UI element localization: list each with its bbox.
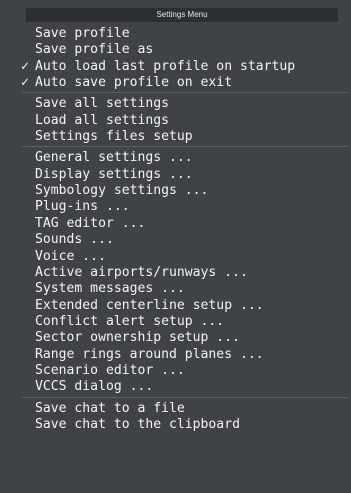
menu-item-save-all-settings[interactable]: Save all settings xyxy=(21,96,349,112)
menu-item-scenario-editor[interactable]: Scenario editor ... xyxy=(21,363,349,379)
menu-item-label: Settings files setup xyxy=(35,129,193,144)
menu-item-label: Display settings ... xyxy=(35,167,193,182)
menu-item-active-airports-runways[interactable]: Active airports/runways ... xyxy=(21,265,349,281)
menu-item-label: Voice ... xyxy=(35,249,106,264)
menu-item-system-messages[interactable]: System messages ... xyxy=(21,281,349,297)
menu-item-label: Auto save profile on exit xyxy=(35,75,233,90)
menu-item-label: Save profile as xyxy=(35,42,154,57)
menu-item-label: VCCS dialog ... xyxy=(35,379,154,394)
menu-item-label: Save chat to a file xyxy=(35,401,185,416)
menu-item-sounds[interactable]: Sounds ... xyxy=(21,232,349,248)
menu-item-voice[interactable]: Voice ... xyxy=(21,249,349,265)
menu-item-general-settings[interactable]: General settings ... xyxy=(21,150,349,166)
menu-item-label: Save all settings xyxy=(35,96,170,111)
menu-item-sector-ownership-setup[interactable]: Sector ownership setup ... xyxy=(21,330,349,346)
menu-item-save-chat-to-the-clipboard[interactable]: Save chat to the clipboard xyxy=(21,417,349,433)
menu-item-save-profile[interactable]: Save profile xyxy=(21,26,349,42)
menu-item-label: Scenario editor ... xyxy=(35,363,185,378)
menu-separator xyxy=(22,397,348,398)
menu-item-label: Auto load last profile on startup xyxy=(35,59,296,74)
menu-item-extended-centerline-setup[interactable]: Extended centerline setup ... xyxy=(21,298,349,314)
menu-item-save-chat-to-a-file[interactable]: Save chat to a file xyxy=(21,401,349,417)
menu-separator xyxy=(22,146,348,147)
menu-item-load-all-settings[interactable]: Load all settings xyxy=(21,113,349,129)
menu-item-tag-editor[interactable]: TAG editor ... xyxy=(21,216,349,232)
menu-item-symbology-settings[interactable]: Symbology settings ... xyxy=(21,183,349,199)
menu-item-label: Save profile xyxy=(35,26,130,41)
menu-separator xyxy=(22,92,348,93)
menu-item-conflict-alert-setup[interactable]: Conflict alert setup ... xyxy=(21,314,349,330)
menu-item-label: Active airports/runways ... xyxy=(35,265,248,280)
menu-item-save-profile-as[interactable]: Save profile as xyxy=(21,42,349,58)
menu-item-label: General settings ... xyxy=(35,150,193,165)
settings-menu: Settings Menu Save profile Save profile a… xyxy=(0,0,351,493)
menu-item-settings-files-setup[interactable]: Settings files setup xyxy=(21,129,349,145)
menu-item-label: Plug-ins ... xyxy=(35,199,130,214)
menu-item-vccs-dialog[interactable]: VCCS dialog ... xyxy=(21,379,349,395)
menu-item-label: Sounds ... xyxy=(35,232,114,247)
menu-item-auto-save-profile-on-exit[interactable]: ✓ Auto save profile on exit xyxy=(21,75,349,91)
checkmark-icon: ✓ xyxy=(21,75,29,90)
menu-item-plug-ins[interactable]: Plug-ins ... xyxy=(21,199,349,215)
menu-item-label: Extended centerline setup ... xyxy=(35,298,264,313)
menu-item-label: Save chat to the clipboard xyxy=(35,417,240,432)
menu-item-label: System messages ... xyxy=(35,281,185,296)
menu-item-label: Range rings around planes ... xyxy=(35,347,264,362)
menu-item-display-settings[interactable]: Display settings ... xyxy=(21,167,349,183)
checkmark-icon: ✓ xyxy=(21,59,29,74)
menu-title: Settings Menu xyxy=(26,8,338,22)
menu-item-label: Sector ownership setup ... xyxy=(35,330,240,345)
menu-item-auto-load-last-profile-on-startup[interactable]: ✓ Auto load last profile on startup xyxy=(21,59,349,75)
menu-item-range-rings-around-planes[interactable]: Range rings around planes ... xyxy=(21,347,349,363)
menu-item-label: Conflict alert setup ... xyxy=(35,314,225,329)
menu-item-label: TAG editor ... xyxy=(35,216,146,231)
menu-item-label: Symbology settings ... xyxy=(35,183,209,198)
menu-item-label: Load all settings xyxy=(35,113,170,128)
